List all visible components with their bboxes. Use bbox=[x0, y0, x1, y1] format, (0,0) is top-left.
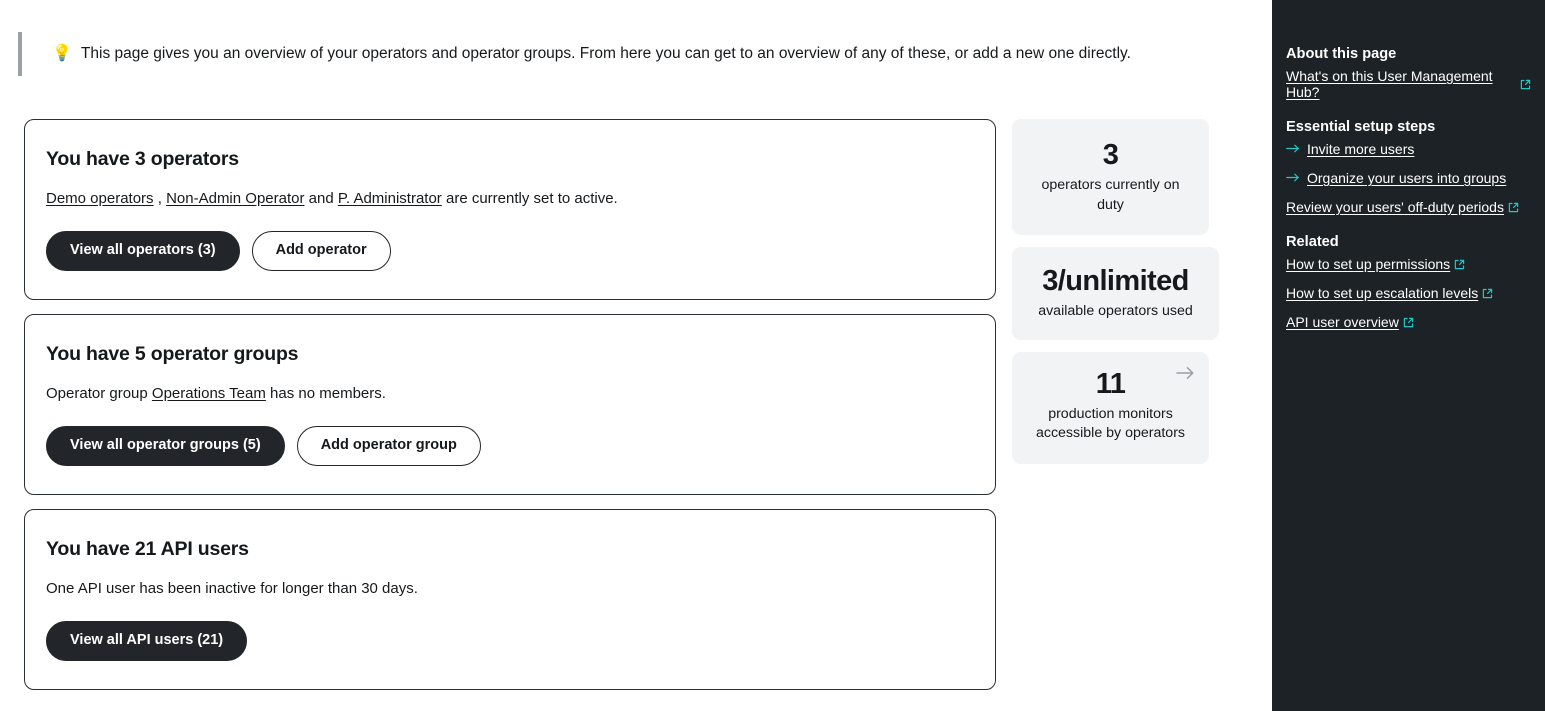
stat-label: available operators used bbox=[1038, 303, 1193, 320]
add-operator-button[interactable]: Add operator bbox=[251, 231, 391, 271]
operators-card-description: Demo operators , Non-Admin Operator and … bbox=[46, 188, 995, 209]
help-sidebar: About this page What's on this User Mana… bbox=[1272, 0, 1545, 711]
operator-groups-card-actions: View all operator groups (5) Add operato… bbox=[46, 425, 995, 466]
sidebar-heading-setup: Essential setup steps bbox=[1286, 119, 1436, 135]
operators-card: You have 3 operators Demo operators , No… bbox=[24, 119, 996, 300]
link-non-admin-operator[interactable]: Non-Admin Operator bbox=[166, 190, 304, 207]
arrow-right-icon[interactable] bbox=[1176, 366, 1195, 384]
operators-card-title: You have 3 operators bbox=[46, 148, 239, 170]
stats-column: 3 operators currently on duty 3/unlimite… bbox=[1012, 119, 1219, 464]
api-users-card-title: You have 21 API users bbox=[46, 537, 249, 560]
api-users-card-actions: View all API users (21) bbox=[46, 620, 995, 661]
sidebar-link-row: API user overview bbox=[1286, 314, 1531, 330]
stat-value: 3 bbox=[1102, 139, 1119, 171]
stat-label: production monitors accessible by operat… bbox=[1035, 405, 1186, 442]
arrow-right-icon bbox=[1286, 142, 1300, 156]
sidebar-group-setup: Essential setup steps Invite more users … bbox=[1286, 119, 1531, 215]
external-link-icon bbox=[1454, 259, 1465, 270]
external-link-icon bbox=[1520, 79, 1531, 90]
external-link-icon bbox=[1508, 202, 1519, 213]
stat-card-operators-on-duty: 3 operators currently on duty bbox=[1012, 119, 1209, 235]
sidebar-link-whats-on-this-hub[interactable]: What's on this User Management Hub? bbox=[1286, 68, 1516, 100]
sidebar-link-row: Invite more users bbox=[1286, 141, 1531, 157]
view-all-operator-groups-button[interactable]: View all operator groups (5) bbox=[46, 425, 285, 466]
api-users-card: You have 21 API users One API user has b… bbox=[24, 508, 996, 690]
view-all-operators-button[interactable]: View all operators (3) bbox=[46, 231, 240, 271]
link-operations-team[interactable]: Operations Team bbox=[152, 385, 266, 402]
page-root: 💡 This page gives you an overview of you… bbox=[0, 0, 1545, 711]
sidebar-link-invite-more-users[interactable]: Invite more users bbox=[1307, 141, 1414, 157]
operator-groups-card: You have 5 operator groups Operator grou… bbox=[24, 313, 996, 495]
sidebar-heading-related: Related bbox=[1286, 234, 1339, 250]
sidebar-link-row: What's on this User Management Hub? bbox=[1286, 68, 1531, 100]
api-users-card-description: One API user has been inactive for longe… bbox=[46, 579, 418, 597]
sidebar-link-row: How to set up escalation levels bbox=[1286, 285, 1531, 301]
sidebar-link-row: Review your users' off-duty periods bbox=[1286, 199, 1531, 215]
sidebar-link-row: Organize your users into groups bbox=[1286, 170, 1531, 186]
info-banner-text: This page gives you an overview of your … bbox=[80, 45, 1131, 63]
sidebar-link-how-to-set-up-permissions[interactable]: How to set up permissions bbox=[1286, 256, 1450, 272]
main-content: 💡 This page gives you an overview of you… bbox=[0, 0, 1272, 711]
desc-separator-2: and bbox=[304, 190, 338, 207]
sidebar-link-api-user-overview[interactable]: API user overview bbox=[1286, 314, 1399, 330]
sidebar-link-row: How to set up permissions bbox=[1286, 256, 1531, 272]
external-link-icon bbox=[1482, 288, 1493, 299]
desc-lead: Operator group bbox=[46, 384, 152, 402]
stat-value: 3/unlimited bbox=[1042, 264, 1189, 297]
stat-value: 11 bbox=[1095, 367, 1126, 400]
sidebar-group-related: Related How to set up permissions How to… bbox=[1286, 234, 1531, 330]
sidebar-link-organize-users-into-groups[interactable]: Organize your users into groups bbox=[1307, 170, 1506, 186]
operator-groups-card-title: You have 5 operator groups bbox=[46, 342, 299, 365]
sidebar-group-about: About this page What's on this User Mana… bbox=[1286, 46, 1531, 100]
info-banner: 💡 This page gives you an overview of you… bbox=[18, 32, 1158, 76]
link-p-administrator[interactable]: P. Administrator bbox=[338, 190, 442, 207]
view-all-api-users-button[interactable]: View all API users (21) bbox=[46, 620, 248, 661]
lightbulb-icon: 💡 bbox=[52, 45, 72, 62]
sidebar-link-how-to-set-up-escalation-levels[interactable]: How to set up escalation levels bbox=[1286, 285, 1478, 301]
link-demo-operators[interactable]: Demo operators bbox=[46, 190, 154, 207]
desc-tail: has no members. bbox=[265, 384, 386, 402]
desc-tail: are currently set to active. bbox=[441, 190, 618, 207]
desc-separator-1: , bbox=[153, 190, 167, 207]
add-operator-group-button[interactable]: Add operator group bbox=[296, 425, 481, 466]
content-area: You have 3 operators Demo operators , No… bbox=[24, 119, 1219, 690]
stat-label: operators currently on duty bbox=[1041, 177, 1180, 213]
stat-card-production-monitors[interactable]: 11 production monitors accessible by ope… bbox=[1012, 351, 1209, 464]
sidebar-link-review-off-duty-periods[interactable]: Review your users' off-duty periods bbox=[1286, 199, 1504, 215]
external-link-icon bbox=[1403, 317, 1414, 328]
stat-card-available-operators: 3/unlimited available operators used bbox=[1012, 246, 1219, 340]
operators-card-actions: View all operators (3) Add operator bbox=[46, 231, 995, 271]
cards-column: You have 3 operators Demo operators , No… bbox=[24, 119, 996, 690]
operator-groups-card-description: Operator group Operations Team has no me… bbox=[46, 383, 995, 404]
arrow-right-icon bbox=[1286, 171, 1300, 185]
sidebar-heading-about: About this page bbox=[1286, 46, 1397, 62]
